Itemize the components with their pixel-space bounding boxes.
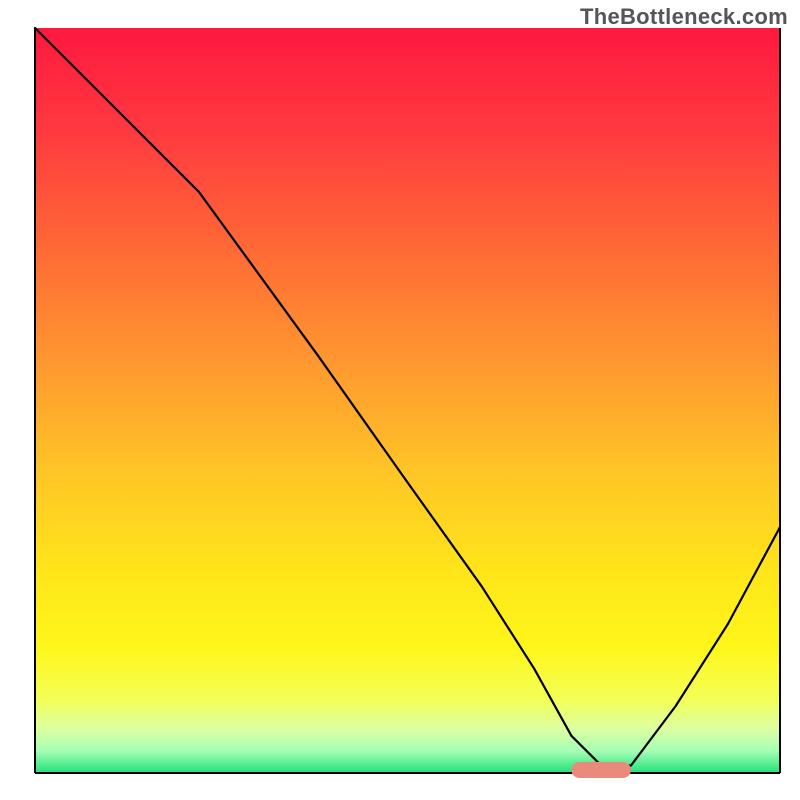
optimal-zone-marker: [571, 762, 631, 778]
watermark-label: TheBottleneck.com: [580, 4, 788, 30]
chart-container: TheBottleneck.com: [0, 0, 800, 800]
bottleneck-curve-chart: [0, 0, 800, 800]
